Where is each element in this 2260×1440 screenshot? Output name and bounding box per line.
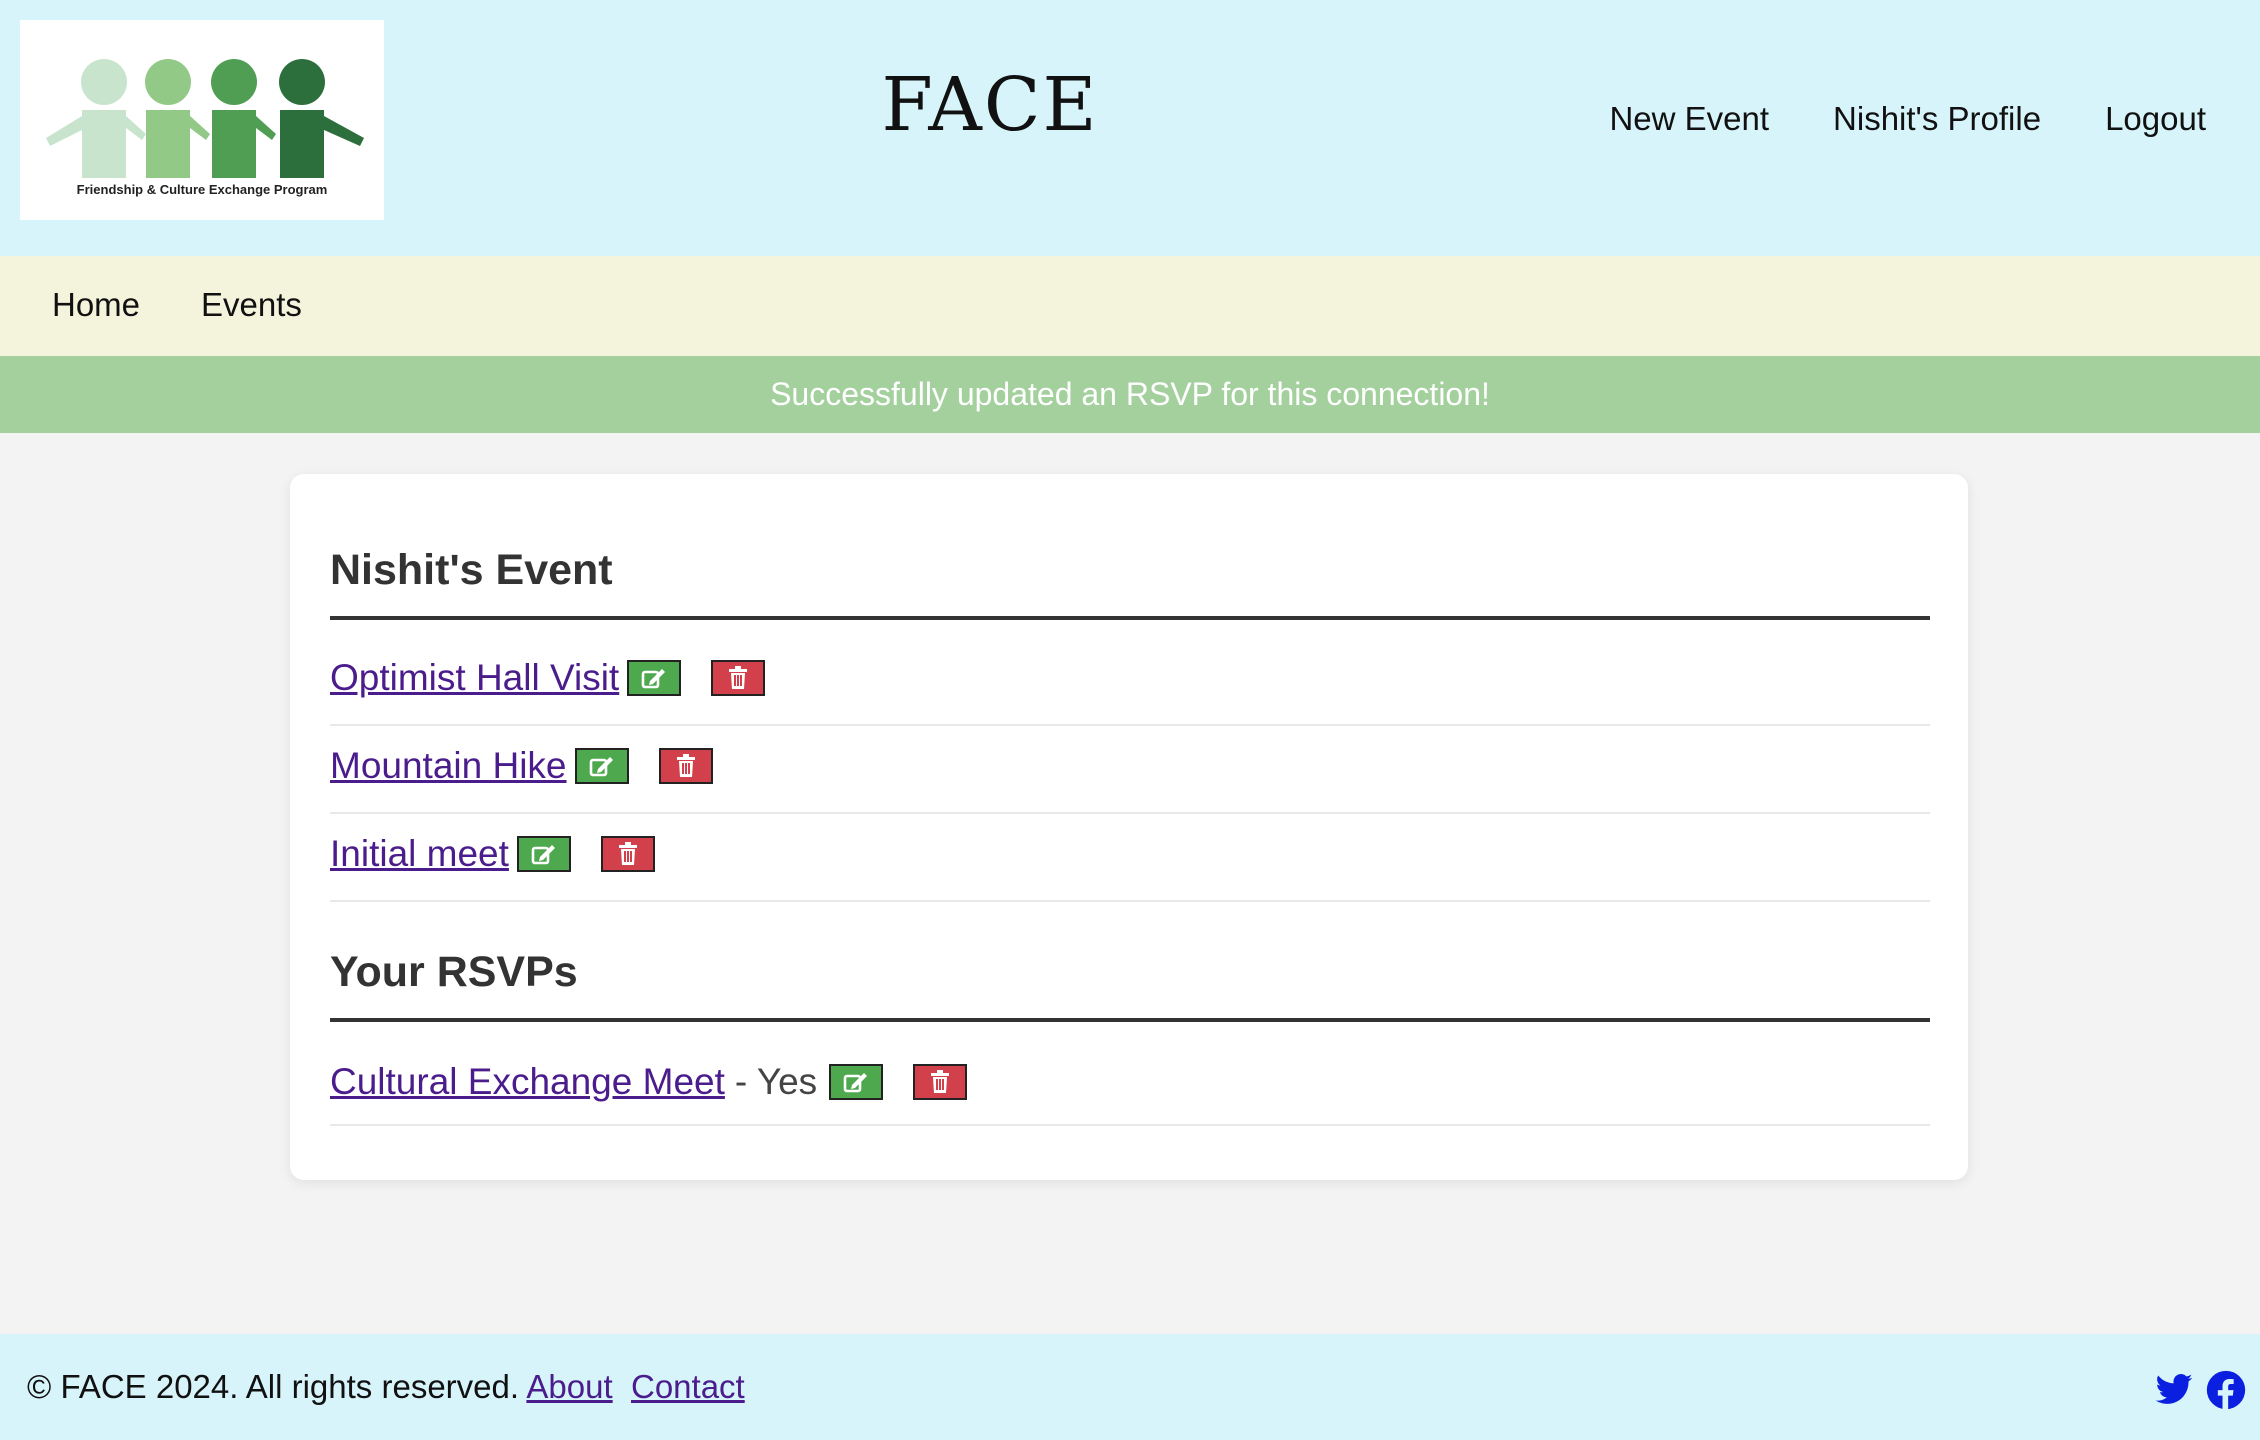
trash-icon: [931, 1070, 950, 1093]
logo-caption: Friendship & Culture Exchange Program: [76, 182, 328, 197]
edit-icon: [589, 757, 613, 777]
delete-button[interactable]: [711, 660, 766, 696]
rsvps-divider: [330, 1018, 1930, 1022]
site-title: FACE: [881, 62, 1099, 148]
rsvps-heading: Your RSVPs: [330, 948, 578, 996]
edit-icon: [531, 845, 555, 865]
events-heading: Nishit's Event: [330, 546, 613, 594]
events-divider: [330, 616, 1930, 620]
nav-logout[interactable]: Logout: [2105, 100, 2206, 138]
event-row: Mountain Hike: [330, 726, 1930, 814]
rsvp-row-content: Cultural Exchange Meet - Yes: [330, 1058, 968, 1106]
sub-nav: Home Events: [0, 256, 2260, 356]
edit-button[interactable]: [574, 748, 629, 784]
copyright-text: © FACE 2024. All rights reserved.: [27, 1368, 520, 1405]
face-logo[interactable]: Friendship & Culture Exchange Program: [20, 20, 384, 220]
rsvp-status: - Yes: [734, 1061, 818, 1102]
trash-icon: [618, 842, 637, 865]
event-link[interactable]: Mountain Hike: [330, 745, 567, 787]
site-footer: © FACE 2024. All rights reserved. About …: [0, 1334, 2260, 1440]
edit-button[interactable]: [627, 660, 682, 696]
delete-button[interactable]: [658, 748, 713, 784]
event-row: Optimist Hall Visit: [330, 638, 1930, 726]
delete-rsvp-button[interactable]: [913, 1064, 968, 1100]
facebook-icon[interactable]: [2206, 1370, 2246, 1410]
edit-button[interactable]: [516, 836, 571, 872]
footer-about-link[interactable]: About: [526, 1368, 612, 1405]
nav-profile[interactable]: Nishit's Profile: [1833, 100, 2041, 138]
event-row: Initial meet: [330, 814, 1930, 902]
edit-rsvp-button[interactable]: [829, 1064, 884, 1100]
subnav-events[interactable]: Events: [201, 286, 302, 324]
footer-text: © FACE 2024. All rights reserved. About …: [27, 1368, 745, 1406]
top-nav: New Event Nishit's Profile Logout: [1609, 100, 2206, 138]
trash-icon: [676, 754, 695, 777]
event-row-content: Initial meet: [330, 830, 655, 878]
edit-icon: [843, 1073, 868, 1093]
twitter-icon[interactable]: [2154, 1370, 2194, 1410]
subnav-home[interactable]: Home: [52, 286, 140, 324]
event-row-content: Optimist Hall Visit: [330, 654, 766, 702]
footer-contact-link[interactable]: Contact: [631, 1368, 745, 1405]
events-card: Nishit's Event Optimist Hall Visit Mount…: [290, 474, 1968, 1180]
event-link[interactable]: Initial meet: [330, 833, 509, 875]
event-link[interactable]: Optimist Hall Visit: [330, 657, 619, 699]
rsvp-event-link[interactable]: Cultural Exchange Meet: [330, 1061, 725, 1103]
site-header: Friendship & Culture Exchange Program FA…: [0, 0, 2260, 256]
edit-icon: [641, 669, 666, 689]
rsvp-row: Cultural Exchange Meet - Yes: [330, 1038, 1930, 1126]
trash-icon: [729, 666, 748, 689]
page: Friendship & Culture Exchange Program FA…: [0, 0, 2260, 1440]
flash-message: Successfully updated an RSVP for this co…: [0, 356, 2260, 433]
delete-button[interactable]: [600, 836, 655, 872]
nav-new-event[interactable]: New Event: [1609, 100, 1769, 138]
event-row-content: Mountain Hike: [330, 742, 713, 790]
